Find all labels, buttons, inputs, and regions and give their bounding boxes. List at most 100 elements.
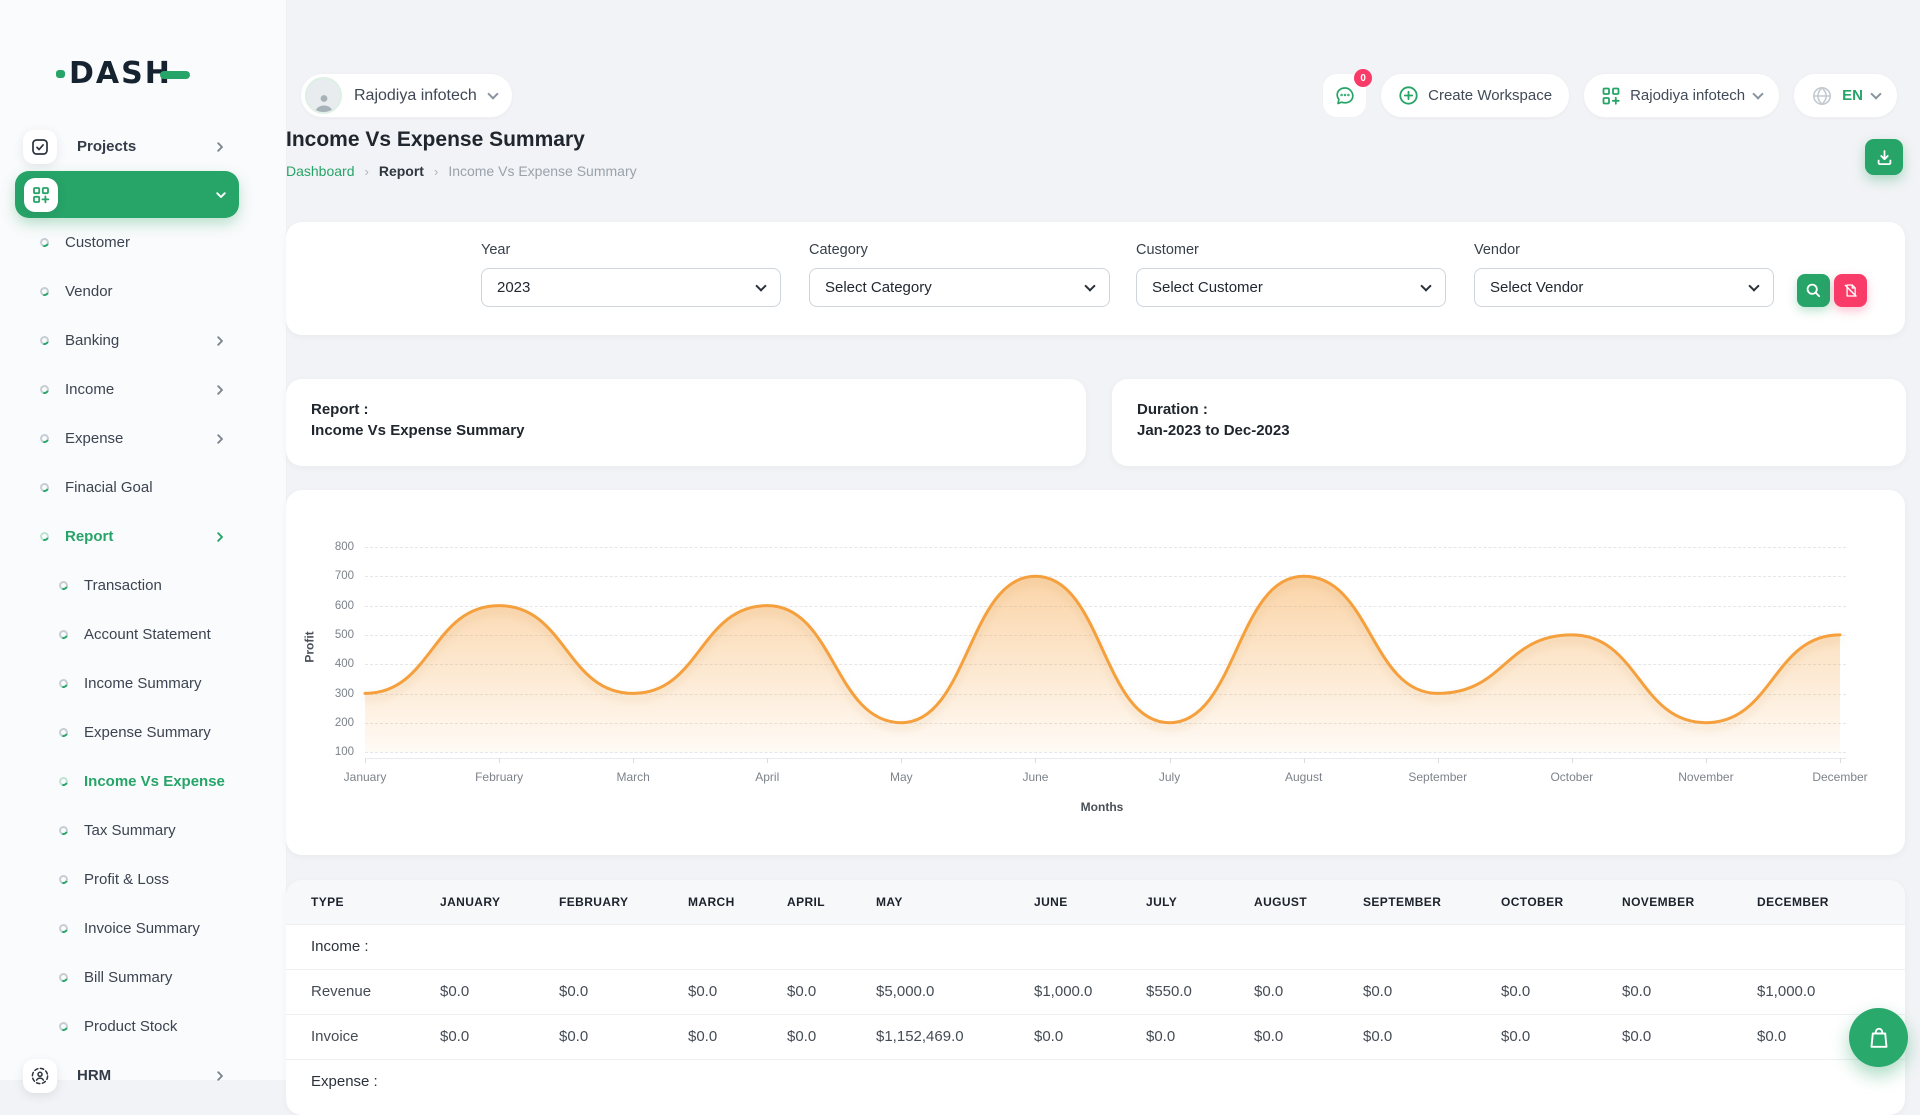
bullet-icon	[58, 825, 70, 837]
bullet-icon	[39, 286, 51, 298]
x-axis-tick: March	[578, 770, 688, 784]
sidebar-item-label: Report	[65, 528, 113, 545]
logo-dot	[56, 70, 65, 78]
report-value: Income Vs Expense Summary	[311, 420, 1061, 441]
download-button[interactable]	[1865, 139, 1903, 175]
y-axis-tick: 800	[314, 541, 354, 553]
value-cell: $0.0	[558, 969, 687, 1014]
breadcrumb-item[interactable]: Dashboard	[286, 163, 355, 179]
apply-filter-button[interactable]	[1797, 274, 1830, 307]
person-frame-icon	[23, 1059, 57, 1093]
bullet-icon	[39, 237, 51, 249]
vendor-filter: Vendor Select Vendor	[1474, 242, 1774, 307]
header-actions: 0 Create Workspace Rajodiya infotech EN	[1322, 73, 1898, 118]
sidebar-item-expense[interactable]: Expense	[0, 414, 286, 463]
sidebar-item-customer[interactable]: Customer	[0, 218, 286, 267]
x-axis-tick: July	[1115, 770, 1225, 784]
section-row: Expense :	[286, 1059, 1905, 1104]
sidebar-item-tax-summary[interactable]: Tax Summary	[0, 806, 286, 855]
sidebar-item-label: Account Statement	[84, 626, 211, 643]
section-row: Income :	[286, 924, 1905, 969]
sidebar-item-label: Banking	[65, 332, 119, 349]
chevron-right-icon: ›	[434, 164, 438, 179]
y-axis-tick: 100	[314, 746, 354, 758]
customer-select[interactable]: Select Customer	[1136, 268, 1446, 307]
sidebar-item-projects[interactable]: Projects	[0, 122, 286, 171]
value-cell: $0.0	[1621, 969, 1756, 1014]
sidebar-item-product-stock[interactable]: Product Stock	[0, 1002, 286, 1051]
year-select[interactable]: 2023	[481, 268, 781, 307]
sidebar-item-income[interactable]: Income	[0, 365, 286, 414]
breadcrumb-item: Income Vs Expense Summary	[448, 163, 636, 179]
value-cell: $0.0	[687, 1014, 786, 1059]
sidebar-item-label: Finacial Goal	[65, 479, 153, 496]
bullet-icon	[58, 923, 70, 935]
sidebar-item-accounting[interactable]: Accounting	[15, 171, 239, 218]
sidebar-item-finacial-goal[interactable]: Finacial Goal	[0, 463, 286, 512]
year-filter: Year 2023	[481, 242, 781, 307]
value-cell: $0.0	[439, 969, 558, 1014]
value-cell: $0.0	[1253, 1014, 1362, 1059]
sidebar-item-label: Expense Summary	[84, 724, 211, 741]
sidebar-item-transaction[interactable]: Transaction	[0, 561, 286, 610]
income-expense-table: TYPEJANUARYFEBRUARYMARCHAPRILMAYJUNEJULY…	[286, 880, 1905, 1104]
cart-fab-button[interactable]	[1849, 1008, 1908, 1067]
sidebar: DASH ProjectsAccounting Customer Vendor Ban…	[0, 0, 287, 1080]
column-header: NOVEMBER	[1621, 880, 1756, 924]
create-workspace-label: Create Workspace	[1428, 87, 1552, 104]
checkbox-icon	[23, 130, 57, 164]
x-axis-tick: October	[1517, 770, 1627, 784]
duration-value: Jan-2023 to Dec-2023	[1137, 420, 1881, 441]
sidebar-item-label: Profit & Loss	[84, 871, 169, 888]
bullet-icon	[58, 776, 70, 788]
bullet-icon	[58, 1021, 70, 1033]
language-dropdown[interactable]: EN	[1793, 73, 1898, 118]
chevron-right-icon	[214, 141, 226, 153]
column-header: JUNE	[1033, 880, 1145, 924]
sidebar-item-account-statement[interactable]: Account Statement	[0, 610, 286, 659]
organization-dropdown[interactable]: Rajodiya infotech	[1583, 73, 1780, 118]
sidebar-item-invoice-summary[interactable]: Invoice Summary	[0, 904, 286, 953]
language-value: EN	[1842, 87, 1863, 104]
breadcrumb-item[interactable]: Report	[379, 163, 424, 179]
sidebar-item-label: Invoice Summary	[84, 920, 200, 937]
chat-bubble-icon	[1333, 84, 1357, 108]
category-select[interactable]: Select Category	[809, 268, 1110, 307]
column-header: OCTOBER	[1500, 880, 1621, 924]
sidebar-item-label: Customer	[65, 234, 130, 251]
duration-summary-card: Duration : Jan-2023 to Dec-2023	[1112, 379, 1906, 466]
filter-card: Year 2023 Category Select Category Custo…	[286, 222, 1905, 335]
chevron-down-icon	[1870, 88, 1881, 99]
app-logo[interactable]: DASH	[56, 56, 190, 91]
category-filter: Category Select Category	[809, 242, 1110, 307]
year-label: Year	[481, 242, 781, 258]
table-row: Invoice$0.0$0.0$0.0$0.0$1,152,469.0$0.0$…	[286, 1014, 1905, 1059]
sidebar-item-vendor[interactable]: Vendor	[0, 267, 286, 316]
sidebar-item-income-vs-expense[interactable]: Income Vs Expense	[0, 757, 286, 806]
sidebar-item-label: Income Vs Expense	[84, 773, 225, 790]
messages-button[interactable]: 0	[1322, 73, 1367, 118]
column-header: JULY	[1145, 880, 1253, 924]
page-title: Income Vs Expense Summary	[286, 128, 637, 152]
grid-plus-icon	[24, 178, 58, 212]
sidebar-item-label: Expense	[65, 430, 123, 447]
value-cell: $0.0	[786, 1014, 875, 1059]
logo-text: DASH	[69, 56, 172, 91]
sidebar-item-income-summary[interactable]: Income Summary	[0, 659, 286, 708]
column-header: MAY	[875, 880, 1033, 924]
x-axis-tick: August	[1249, 770, 1359, 784]
sidebar-item-expense-summary[interactable]: Expense Summary	[0, 708, 286, 757]
sidebar-item-bill-summary[interactable]: Bill Summary	[0, 953, 286, 1002]
sidebar-item-banking[interactable]: Banking	[0, 316, 286, 365]
column-header: MARCH	[687, 880, 786, 924]
plus-circle-icon	[1398, 85, 1419, 106]
clear-filter-button[interactable]	[1834, 274, 1867, 307]
vendor-select[interactable]: Select Vendor	[1474, 268, 1774, 307]
sidebar-item-profit-loss[interactable]: Profit & Loss	[0, 855, 286, 904]
create-workspace-button[interactable]: Create Workspace	[1380, 73, 1570, 118]
x-axis-title: Months	[1042, 800, 1162, 814]
workspace-selector[interactable]: Rajodiya infotech	[300, 73, 513, 118]
value-cell: $1,152,469.0	[875, 1014, 1033, 1059]
sidebar-item-report[interactable]: Report	[0, 512, 286, 561]
sidebar-item-hrm[interactable]: HRM	[0, 1051, 286, 1100]
